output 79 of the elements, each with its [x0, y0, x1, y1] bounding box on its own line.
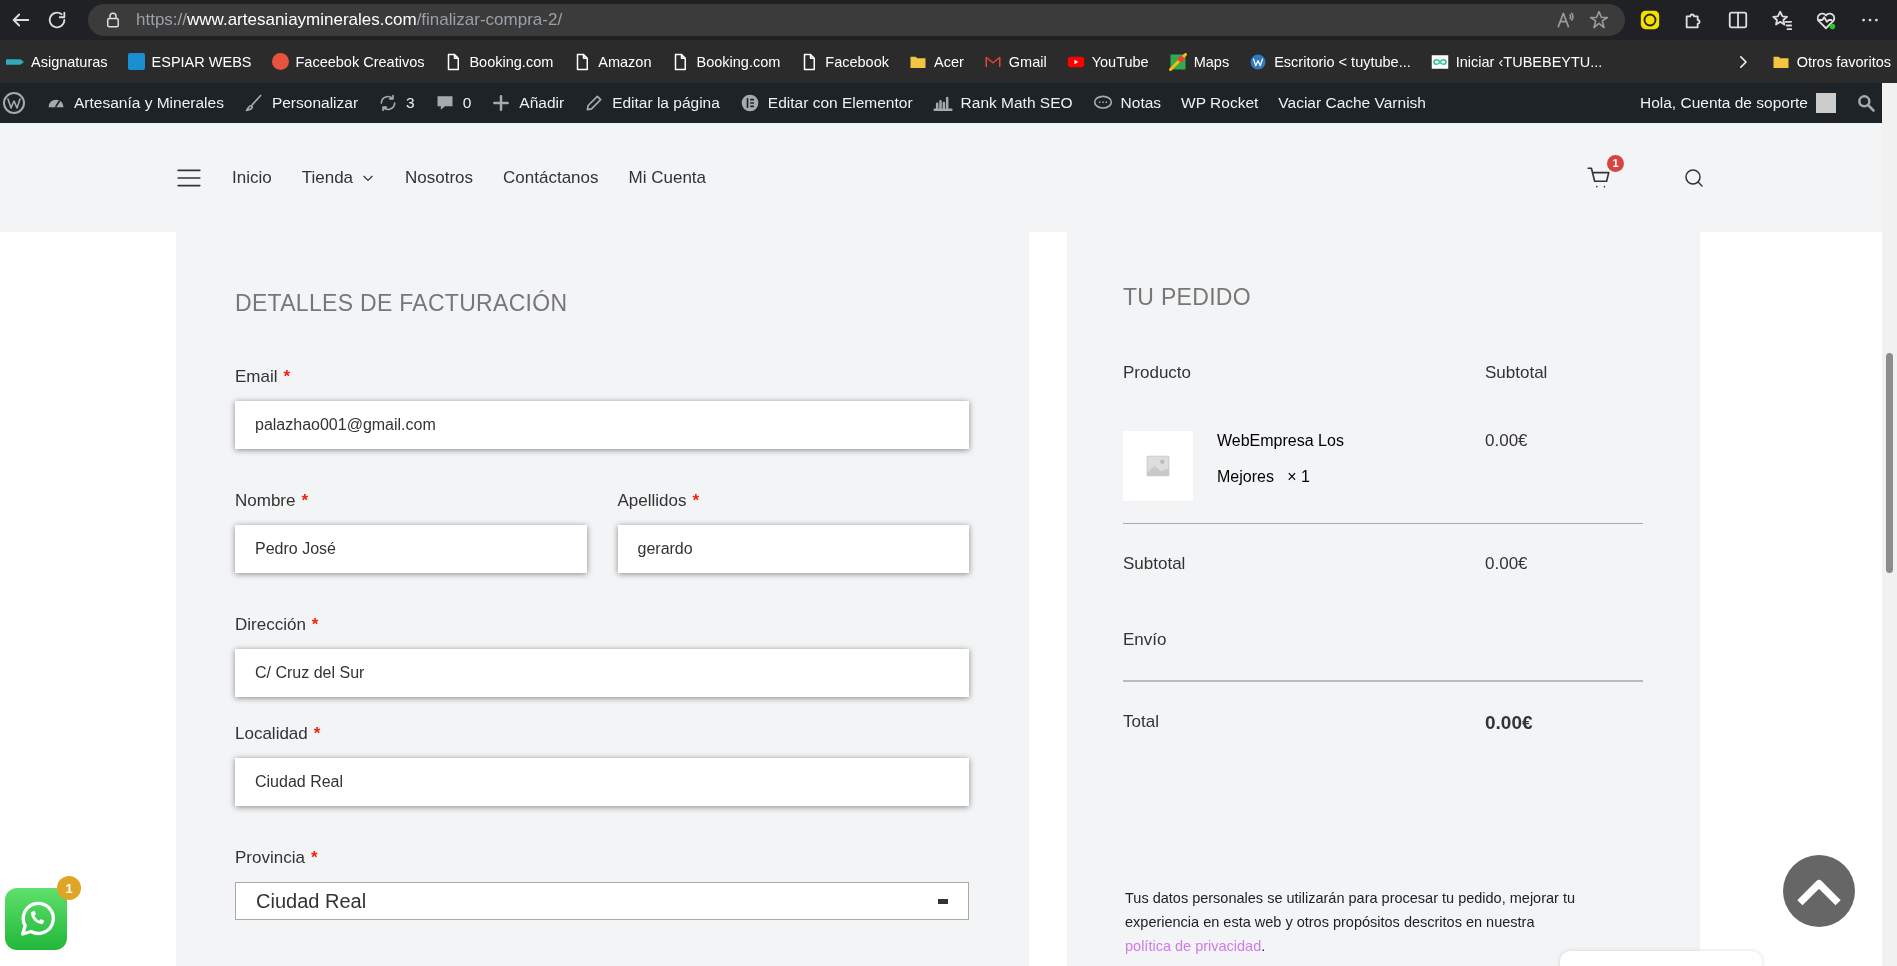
nav-link[interactable]: Tienda: [301, 167, 376, 188]
notification-badge: 1: [57, 876, 81, 900]
input-field[interactable]: Ciudad Real: [235, 758, 969, 806]
image-placeholder-icon: [1145, 453, 1171, 479]
bookmark[interactable]: Booking.com: [671, 52, 781, 71]
dropdown-icon: [938, 898, 948, 904]
field-label: Nombre *: [235, 491, 310, 511]
plus-icon: [491, 93, 512, 113]
bookmark[interactable]: Asignaturas: [6, 53, 108, 70]
total-value: 0.00€: [1485, 712, 1534, 734]
field-label: Email *: [235, 367, 292, 387]
infinity-icon: [1430, 52, 1449, 71]
bookmark[interactable]: Booking.com: [444, 52, 554, 71]
address-bar[interactable]: https://www.artesaniayminerales.com/finalizar-compra-2/: [88, 4, 1625, 36]
admin-bar-item[interactable]: Rank Math SEO: [932, 93, 1073, 113]
bookmark[interactable]: Facebook: [800, 52, 889, 71]
field-label: Apellidos *: [617, 491, 701, 511]
column-header: Producto: [1123, 363, 1193, 383]
bookmark[interactable]: Iniciar ‹TUBEBEYTU...: [1430, 52, 1603, 71]
province-select[interactable]: Ciudad Real: [235, 882, 969, 920]
split-screen-icon[interactable]: [1727, 9, 1749, 31]
cart-count-badge: 1: [1607, 154, 1624, 172]
nav-link[interactable]: Contáctanos: [503, 167, 599, 188]
field-label: Provincia *: [235, 848, 319, 868]
paintbrush-icon: [243, 93, 264, 113]
column-header: Subtotal: [1485, 363, 1549, 383]
bookmark[interactable]: Faceebok Creativos: [271, 53, 425, 70]
privacy-notice: Tus datos personales se utilizarán para procesar tu pedido, mejorar tu experiencia en esta web y otros propósitos descritos en nuestra política de privacidad.: [1124, 889, 1576, 956]
star-icon[interactable]: [1589, 10, 1609, 30]
bookmark[interactable]: Maps: [1168, 52, 1230, 71]
other-favorites-folder[interactable]: Otros favoritos: [1771, 52, 1891, 71]
tag-icon: [6, 58, 24, 65]
admin-bar-item[interactable]: 0: [434, 93, 472, 113]
favorites-icon[interactable]: [1771, 9, 1793, 31]
search-icon[interactable]: [1856, 93, 1876, 113]
url-text: https://www.artesaniayminerales.com/finalizar-compra-2/: [136, 10, 563, 30]
field-label: Localidad *: [235, 724, 322, 744]
wordpress-icon: [1249, 52, 1268, 71]
product-price: 0.00€: [1485, 431, 1528, 452]
total-label: Envío: [1123, 630, 1168, 650]
total-value: 0.00€: [1485, 554, 1529, 574]
input-field[interactable]: C/ Cruz del Sur: [235, 649, 969, 697]
input-field[interactable]: gerardo: [617, 525, 969, 573]
admin-bar-item[interactable]: WP Rocket: [1181, 94, 1259, 112]
admin-bar-item[interactable]: Vaciar Cache Varnish: [1278, 94, 1426, 112]
admin-bar-item[interactable]: Artesanía y Minerales: [46, 93, 224, 113]
bookmark[interactable]: ESPIAR WEBS: [127, 53, 252, 70]
bookmark[interactable]: Escritorio < tuytube...: [1249, 52, 1411, 71]
scrollbar[interactable]: [1882, 83, 1897, 966]
read-aloud-icon[interactable]: [1555, 10, 1575, 30]
lock-icon: [104, 11, 122, 29]
product-name: WebEmpresa Los Mejores × 1: [1217, 431, 1345, 487]
admin-bar-item[interactable]: Personalizar: [243, 93, 359, 113]
nav-link[interactable]: Mi Cuenta: [628, 167, 706, 188]
admin-bar-item[interactable]: 3: [378, 93, 415, 113]
input-field[interactable]: Pedro José: [235, 525, 587, 573]
nav-link[interactable]: Nosotros: [405, 167, 474, 188]
admin-bar-item[interactable]: Editar la página: [584, 93, 720, 113]
total-label: Subtotal: [1123, 554, 1187, 574]
wordpress-logo-icon[interactable]: [2, 91, 26, 115]
bookmark[interactable]: YouTube: [1066, 52, 1149, 71]
input-field[interactable]: palazhao001@gmail.com: [235, 401, 969, 449]
nav-link[interactable]: Inicio: [232, 167, 272, 188]
whatsapp-button[interactable]: [5, 888, 67, 950]
admin-bar-item[interactable]: Editar con Elementor: [739, 93, 913, 113]
elementor-icon: [739, 93, 760, 113]
extension-badge-icon[interactable]: [1639, 9, 1661, 31]
account-menu[interactable]: Hola, Cuenta de soporte: [1639, 93, 1836, 113]
bookmark[interactable]: Acer: [909, 52, 964, 71]
bookmark[interactable]: Amazon: [573, 52, 652, 71]
admin-bar-item[interactable]: Añadir: [491, 93, 565, 113]
section-title: TU PEDIDO: [1123, 284, 1252, 311]
total-label: Total: [1123, 712, 1160, 733]
section-title: DETALLES DE FACTURACIÓN: [235, 290, 569, 317]
admin-bar-item[interactable]: Notas: [1092, 93, 1162, 113]
field-label: Dirección *: [235, 615, 320, 635]
refresh-icon[interactable]: [46, 9, 68, 31]
bookmark[interactable]: Gmail: [983, 52, 1047, 71]
avatar-icon: [1816, 93, 1836, 113]
